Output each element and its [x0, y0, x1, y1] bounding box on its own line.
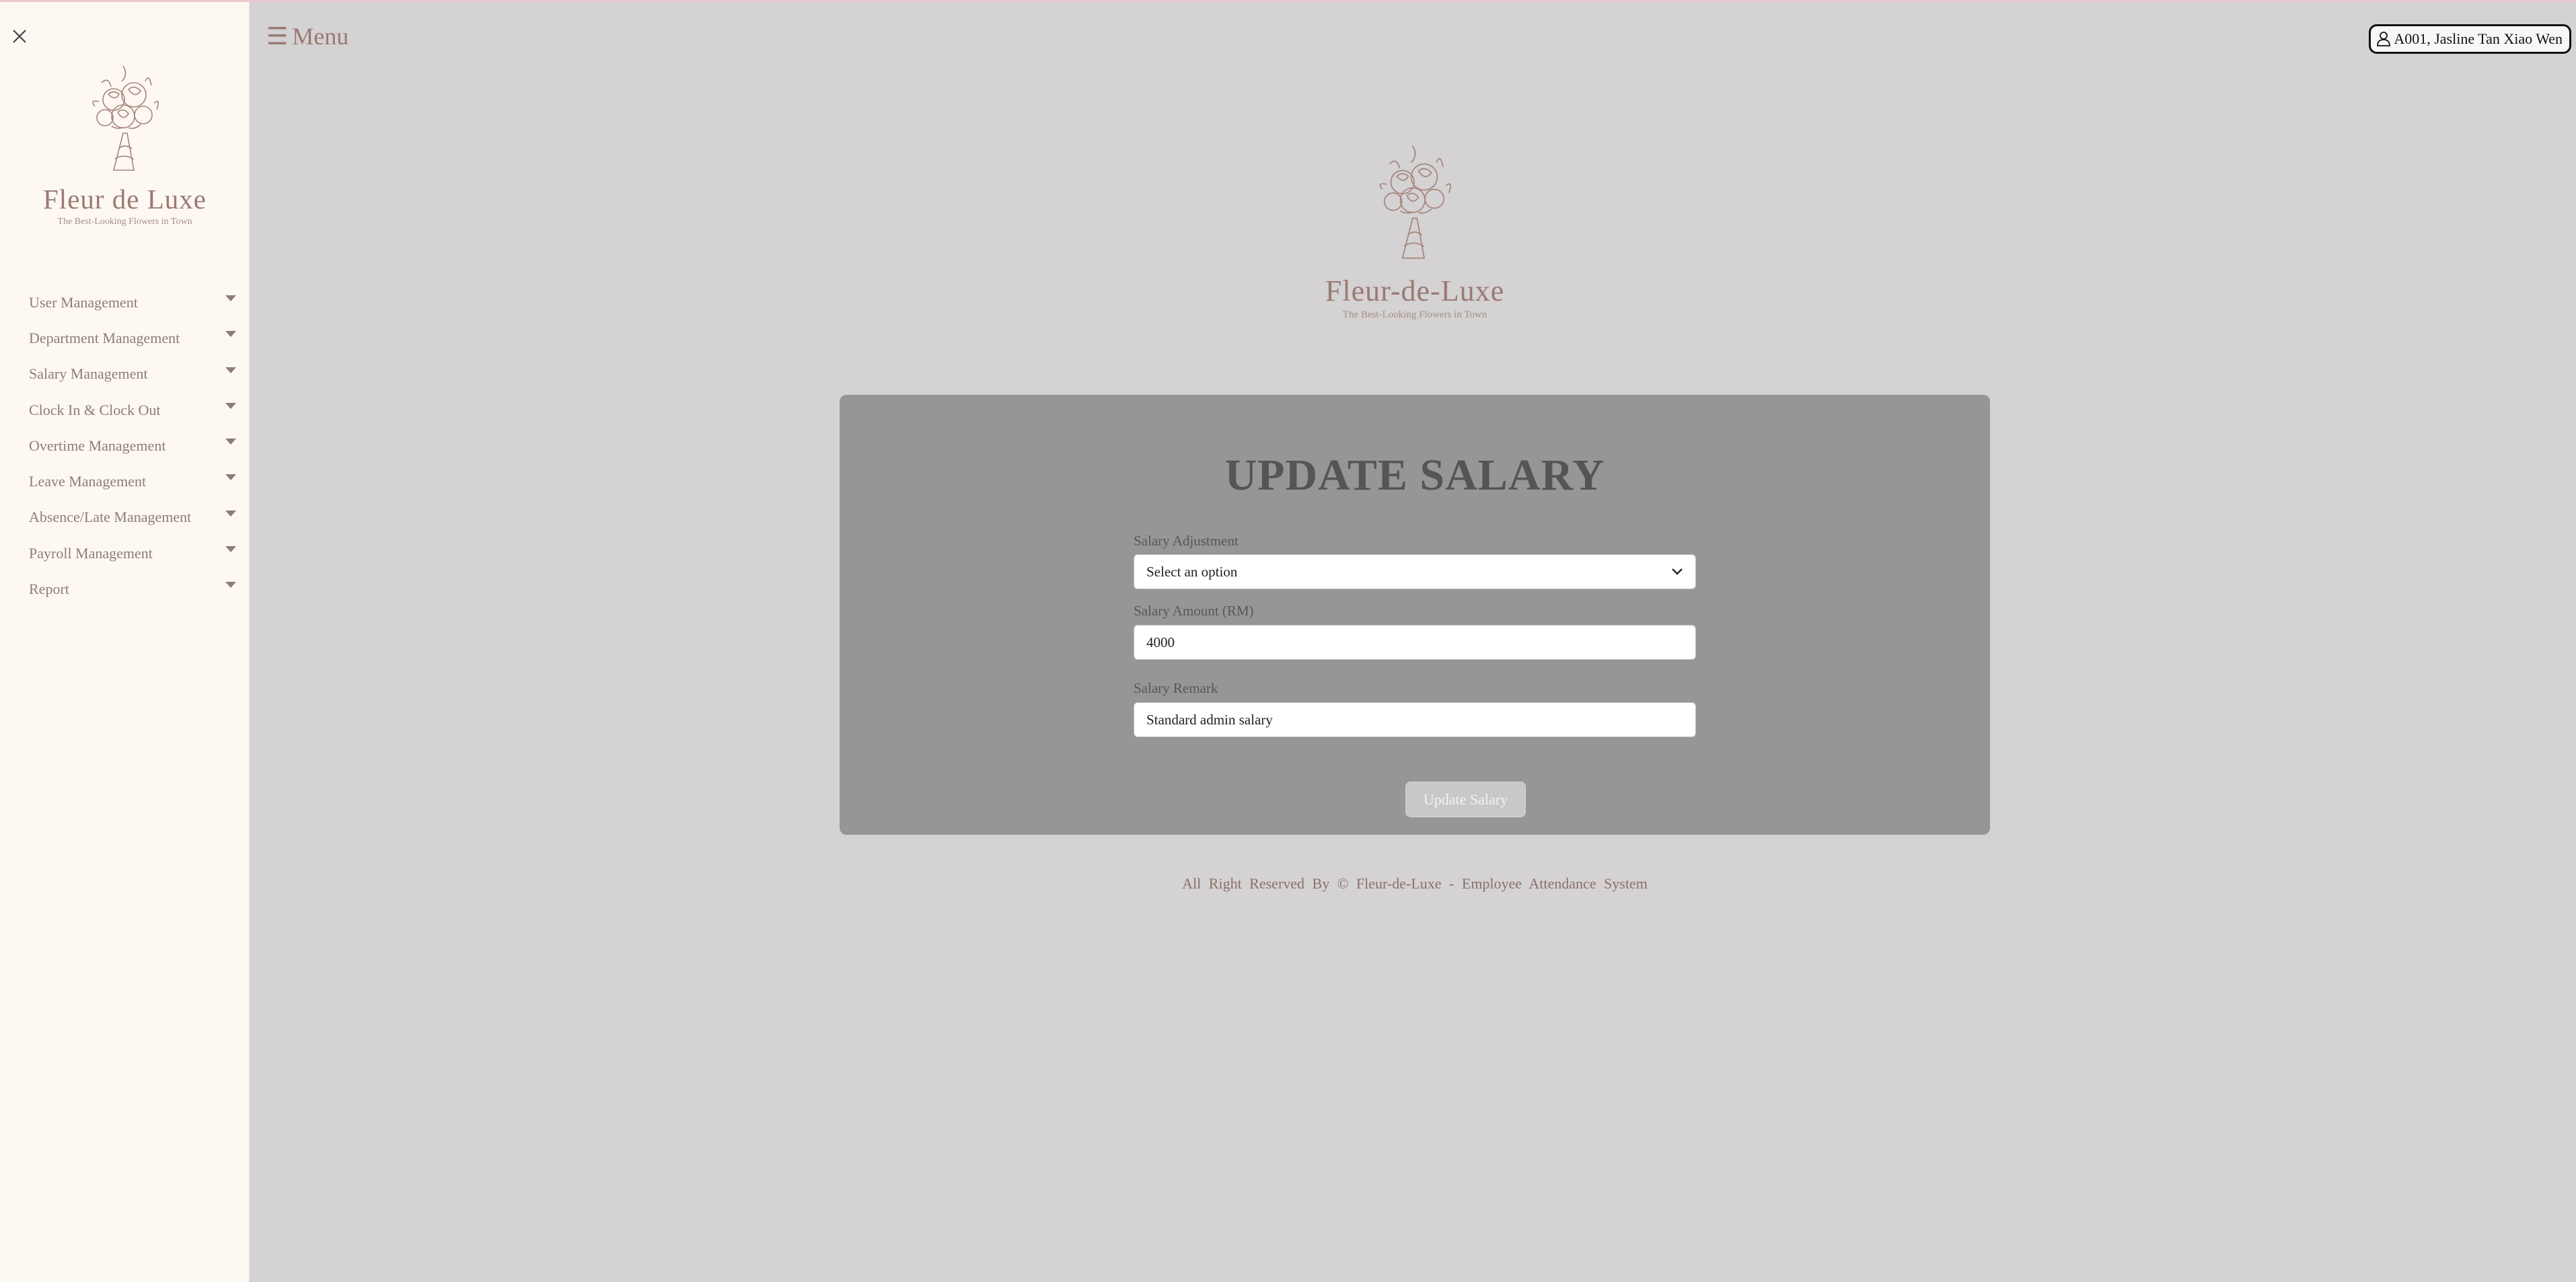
sidebar-item-clock-in-out[interactable]: Clock In & Clock Out [0, 392, 250, 428]
caret-down-icon [225, 546, 236, 553]
sidebar-item-label: User Management [29, 293, 138, 311]
caret-down-icon [225, 402, 236, 409]
sidebar-item-payroll-management[interactable]: Payroll Management [0, 535, 250, 571]
caret-down-icon [225, 582, 236, 589]
sidebar-item-report[interactable]: Report [0, 571, 250, 607]
close-icon[interactable] [9, 26, 30, 46]
salary-remark-input[interactable]: Standard admin salary [1134, 702, 1696, 737]
caret-down-icon [225, 510, 236, 517]
sidebar-nav: User Management Department Management Sa… [0, 285, 250, 607]
caret-down-icon [225, 331, 236, 338]
app-page: Fleur de Luxe The Best-Looking Flowers i… [0, 0, 2576, 1282]
menu-label: Menu [292, 23, 349, 50]
sidebar-item-label: Absence/Late Management [29, 508, 192, 526]
hamburger-icon: ☰ [266, 23, 289, 50]
salary-adjustment-select[interactable]: Select an option [1134, 554, 1696, 589]
sidebar-item-label: Leave Management [29, 473, 147, 490]
caret-down-icon [225, 367, 236, 373]
salary-amount-value: 4000 [1146, 634, 1175, 650]
user-label: A001, Jasline Tan Xiao Wen [2394, 30, 2563, 47]
bouquet-logo-icon [91, 65, 159, 171]
update-salary-button[interactable]: Update Salary [1405, 782, 1526, 817]
brand-name: Fleur de Luxe [43, 184, 207, 215]
sidebar-item-label: Salary Management [29, 365, 148, 383]
sidebar-item-label: Payroll Management [29, 544, 153, 562]
user-profile-button[interactable]: A001, Jasline Tan Xiao Wen [2369, 24, 2571, 54]
update-salary-form: Salary Adjustment Select an option Salar… [1134, 533, 1696, 737]
sidebar-item-label: Report [29, 580, 69, 598]
sidebar-logo: Fleur de Luxe The Best-Looking Flowers i… [0, 63, 250, 227]
sidebar-item-absence-late-management[interactable]: Absence/Late Management [0, 500, 250, 535]
sidebar-item-overtime-management[interactable]: Overtime Management [0, 428, 250, 463]
sidebar-item-label: Clock In & Clock Out [29, 401, 161, 418]
user-icon [2377, 32, 2391, 46]
caret-down-icon [225, 439, 236, 445]
brand-tagline: The Best-Looking Flowers in Town [57, 217, 192, 227]
brand-tagline: The Best-Looking Flowers in Town [1342, 309, 1487, 320]
bouquet-logo-icon [1379, 145, 1451, 259]
sidebar-item-label: Overtime Management [29, 437, 166, 454]
sidebar-item-department-management[interactable]: Department Management [0, 320, 250, 356]
salary-remark-label: Salary Remark [1134, 680, 1218, 696]
salary-amount-input[interactable]: 4000 [1134, 625, 1696, 660]
salary-adjustment-value: Select an option [1146, 563, 1238, 580]
salary-amount-label: Salary Amount (RM) [1134, 603, 1254, 619]
salary-remark-value: Standard admin salary [1146, 711, 1273, 728]
update-salary-card: UPDATE SALARY Salary Adjustment Select a… [840, 395, 1990, 835]
page-title: UPDATE SALARY [1224, 451, 1605, 500]
footer-copyright: All Right Reserved By © Fleur-de-Luxe - … [1182, 875, 1648, 892]
sidebar-item-user-management[interactable]: User Management [0, 285, 250, 320]
sidebar-item-label: Department Management [29, 329, 180, 346]
salary-adjustment-label: Salary Adjustment [1134, 533, 1239, 549]
main-logo: Fleur-de-Luxe The Best-Looking Flowers i… [1312, 140, 1518, 321]
brand-name: Fleur-de-Luxe [1325, 274, 1505, 307]
sidebar-item-salary-management[interactable]: Salary Management [0, 356, 250, 392]
caret-down-icon [225, 295, 236, 301]
menu-toggle-button[interactable]: ☰ Menu [266, 22, 348, 50]
sidebar-item-leave-management[interactable]: Leave Management [0, 463, 250, 499]
chevron-down-icon [1672, 568, 1683, 575]
caret-down-icon [225, 474, 236, 481]
sidebar: Fleur de Luxe The Best-Looking Flowers i… [0, 2, 250, 1282]
